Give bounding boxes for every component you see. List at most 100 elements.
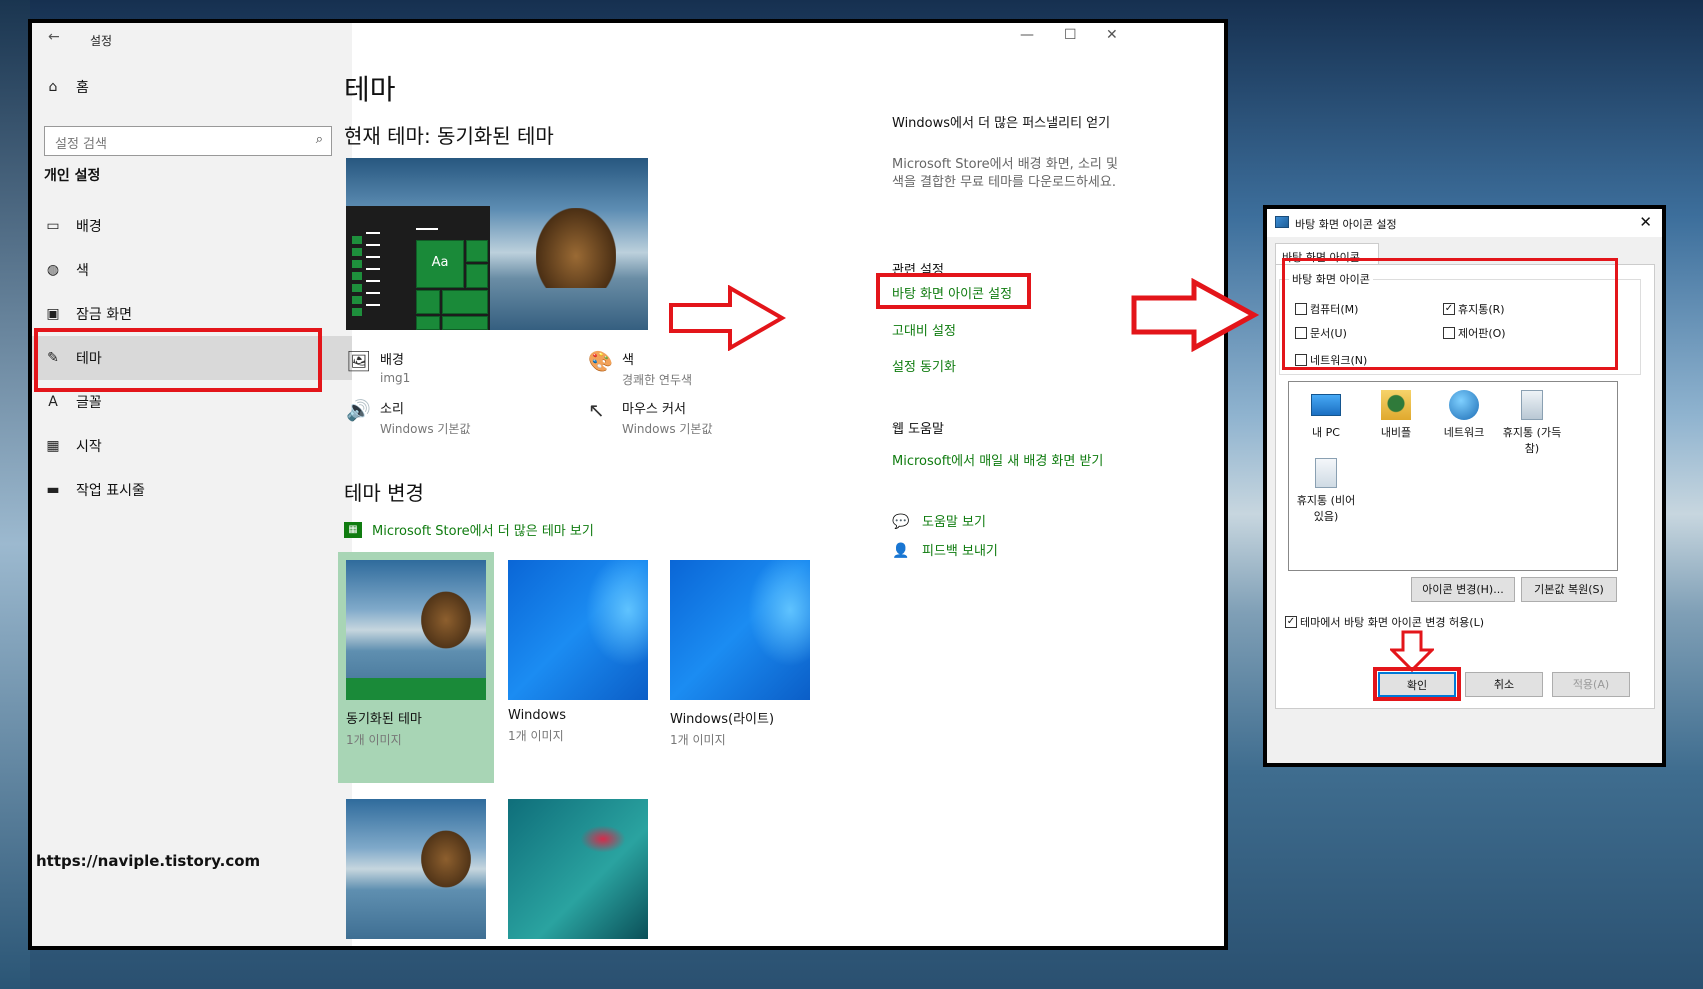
red-arrow-right-icon: [1131, 278, 1260, 352]
icon-item-my-pc[interactable]: 내 PC: [1291, 390, 1361, 440]
theme-color-bar: [346, 678, 486, 700]
store-link[interactable]: ▦ Microsoft Store에서 더 많은 테마 보기: [344, 520, 594, 539]
monitor-icon: [1311, 394, 1341, 416]
back-arrow-icon[interactable]: ←: [48, 29, 60, 45]
help-link[interactable]: 💬 도움말 보기: [892, 511, 986, 530]
preview-menu-line: [366, 304, 380, 306]
app-title: 설정: [90, 34, 113, 48]
checkbox-computer[interactable]: 컴퓨터(M): [1295, 301, 1358, 317]
sidebar-item-label: 작업 표시줄: [76, 483, 145, 499]
check-box: [1295, 327, 1307, 339]
sidebar-item-fonts[interactable]: A 글꼴: [32, 380, 352, 424]
check-box: [1295, 303, 1307, 315]
apply-button[interactable]: 적용(A): [1552, 672, 1630, 697]
sidebar-item-start[interactable]: ▦ 시작: [32, 424, 352, 468]
preview-small-tile: [466, 240, 488, 262]
sidebar-item-themes[interactable]: ✎ 테마: [32, 336, 352, 380]
preview-menu-line: [366, 268, 380, 270]
prop-label: 색: [622, 353, 634, 368]
theme-card-windows[interactable]: Windows 1개 이미지: [508, 560, 648, 744]
theme-card-windows-light[interactable]: Windows(라이트) 1개 이미지: [670, 560, 810, 748]
icon-item-user[interactable]: 내비플: [1361, 390, 1431, 440]
icon-item-recycle-full[interactable]: 휴지통 (가득 참): [1497, 390, 1567, 456]
ok-button[interactable]: 확인: [1378, 672, 1456, 697]
change-icon-button[interactable]: 아이콘 변경(H)...: [1411, 577, 1515, 602]
palette-icon: 🎨: [588, 349, 613, 373]
theme-name: Windows: [508, 708, 567, 723]
checkbox-network[interactable]: 네트워크(N): [1295, 352, 1367, 368]
preview-wide-tile: [442, 290, 488, 314]
preview-start-panel: Aa: [346, 206, 490, 330]
personality-desc: Microsoft Store에서 배경 화면, 소리 및 색을 결합한 무료 …: [892, 157, 1118, 190]
user-folder-icon: [1381, 390, 1411, 420]
close-icon[interactable]: ✕: [1106, 27, 1118, 43]
sidebar-item-background[interactable]: ▭ 배경: [32, 204, 352, 248]
checkbox-documents[interactable]: 문서(U): [1295, 325, 1347, 341]
checkbox-recycle-bin[interactable]: ✓ 휴지통(R): [1443, 301, 1505, 317]
tab-desktop-icons[interactable]: 바탕 화면 아이콘: [1275, 243, 1379, 265]
checkbox-allow-themes[interactable]: ✓ 테마에서 바탕 화면 아이콘 변경 허용(L): [1285, 614, 1484, 630]
theme-thumbnail: [508, 799, 648, 939]
sidebar-item-taskbar[interactable]: ▬ 작업 표시줄: [32, 468, 352, 512]
watermark: https://naviple.tistory.com: [36, 852, 261, 870]
prop-color[interactable]: 🎨 색 경쾌한 연두색: [588, 349, 692, 388]
feedback-link-label: 피드백 보내기: [922, 544, 998, 559]
high-contrast-link[interactable]: 고대비 설정: [892, 320, 956, 339]
red-arrow-right-icon: [669, 285, 787, 351]
sidebar-item-label: 잠금 화면: [76, 307, 132, 323]
font-icon: A: [48, 394, 58, 410]
preview-menu-line: [366, 244, 380, 246]
prop-cursor[interactable]: ↖ 마우스 커서 Windows 기본값: [588, 398, 713, 437]
start-grid-icon: ▦: [46, 438, 60, 454]
icon-item-label: 내비플: [1380, 426, 1412, 439]
theme-card-flower[interactable]: [508, 799, 648, 939]
close-icon[interactable]: ✕: [1639, 213, 1652, 231]
preview-menu-tile: [352, 260, 362, 268]
prop-sound[interactable]: 🔊 소리 Windows 기본값: [346, 398, 471, 437]
feedback-link[interactable]: 👤 피드백 보내기: [892, 540, 998, 559]
desktop-icon-settings-link[interactable]: 바탕 화면 아이콘 설정: [892, 283, 1012, 302]
sync-settings-link[interactable]: 설정 동기화: [892, 356, 956, 375]
help-chat-icon: 💬: [892, 514, 910, 530]
preview-menu-tile: [352, 284, 362, 292]
minimize-icon[interactable]: —: [1020, 27, 1034, 43]
icon-list[interactable]: 내 PC 내비플 네트워크 휴지통 (가득 참) 휴지통 (비어 있음): [1288, 381, 1618, 571]
icon-item-label: 네트워크: [1443, 426, 1485, 439]
theme-card-sky-2[interactable]: [346, 799, 486, 939]
title-bar: ← 설정: [32, 23, 352, 55]
cancel-button[interactable]: 취소: [1465, 672, 1543, 697]
recycle-bin-empty-icon: [1315, 458, 1337, 488]
sidebar-item-color[interactable]: ◍ 색: [32, 248, 352, 292]
icon-item-label: 휴지통 (비어 있음): [1296, 494, 1356, 523]
feedback-person-icon: 👤: [892, 543, 910, 559]
prop-value: 경쾌한 연두색: [622, 373, 693, 387]
picture-icon: ▭: [46, 218, 60, 234]
daily-wallpaper-link[interactable]: Microsoft에서 매일 새 배경 화면 받기: [892, 450, 1103, 469]
maximize-icon[interactable]: ☐: [1064, 27, 1077, 43]
checkbox-label: 문서(U): [1310, 327, 1347, 340]
desktop-icon-settings-dialog: 바탕 화면 아이콘 설정 ✕ 바탕 화면 아이콘 바탕 화면 아이콘 컴퓨터(M…: [1263, 205, 1666, 767]
search-icon: ⌕: [315, 132, 323, 147]
search-input[interactable]: 설정 검색 ⌕: [44, 126, 332, 156]
picture-icon: 🖼: [346, 349, 372, 373]
sidebar-item-lock-screen[interactable]: ▣ 잠금 화면: [32, 292, 352, 336]
prop-background[interactable]: 🖼 배경 img1: [346, 349, 410, 385]
page-title: 테마: [344, 73, 396, 106]
sidebar-item-label: 색: [76, 263, 89, 279]
desktop-left-strip: [0, 0, 30, 989]
theme-preview: Aa: [346, 158, 648, 330]
restore-default-button[interactable]: 기본값 복원(S): [1521, 577, 1617, 602]
palette-icon: ◍: [46, 262, 60, 278]
checkbox-control-panel[interactable]: 제어판(O): [1443, 325, 1506, 341]
group-heading: 개인 설정: [44, 168, 101, 184]
sidebar-item-home[interactable]: ⌂ 홈: [32, 65, 352, 109]
related-settings-heading: 관련 설정: [892, 263, 944, 278]
lock-screen-icon: ▣: [46, 306, 60, 322]
icon-item-recycle-empty[interactable]: 휴지통 (비어 있음): [1291, 458, 1361, 524]
icon-item-network[interactable]: 네트워크: [1429, 390, 1499, 440]
cursor-icon: ↖: [588, 398, 605, 422]
store-link-label: Microsoft Store에서 더 많은 테마 보기: [372, 524, 594, 539]
checkbox-label: 테마에서 바탕 화면 아이콘 변경 허용(L): [1300, 616, 1484, 629]
theme-card-sync[interactable]: 동기화된 테마 1개 이미지: [346, 560, 486, 748]
prop-value: Windows 기본값: [380, 422, 471, 436]
